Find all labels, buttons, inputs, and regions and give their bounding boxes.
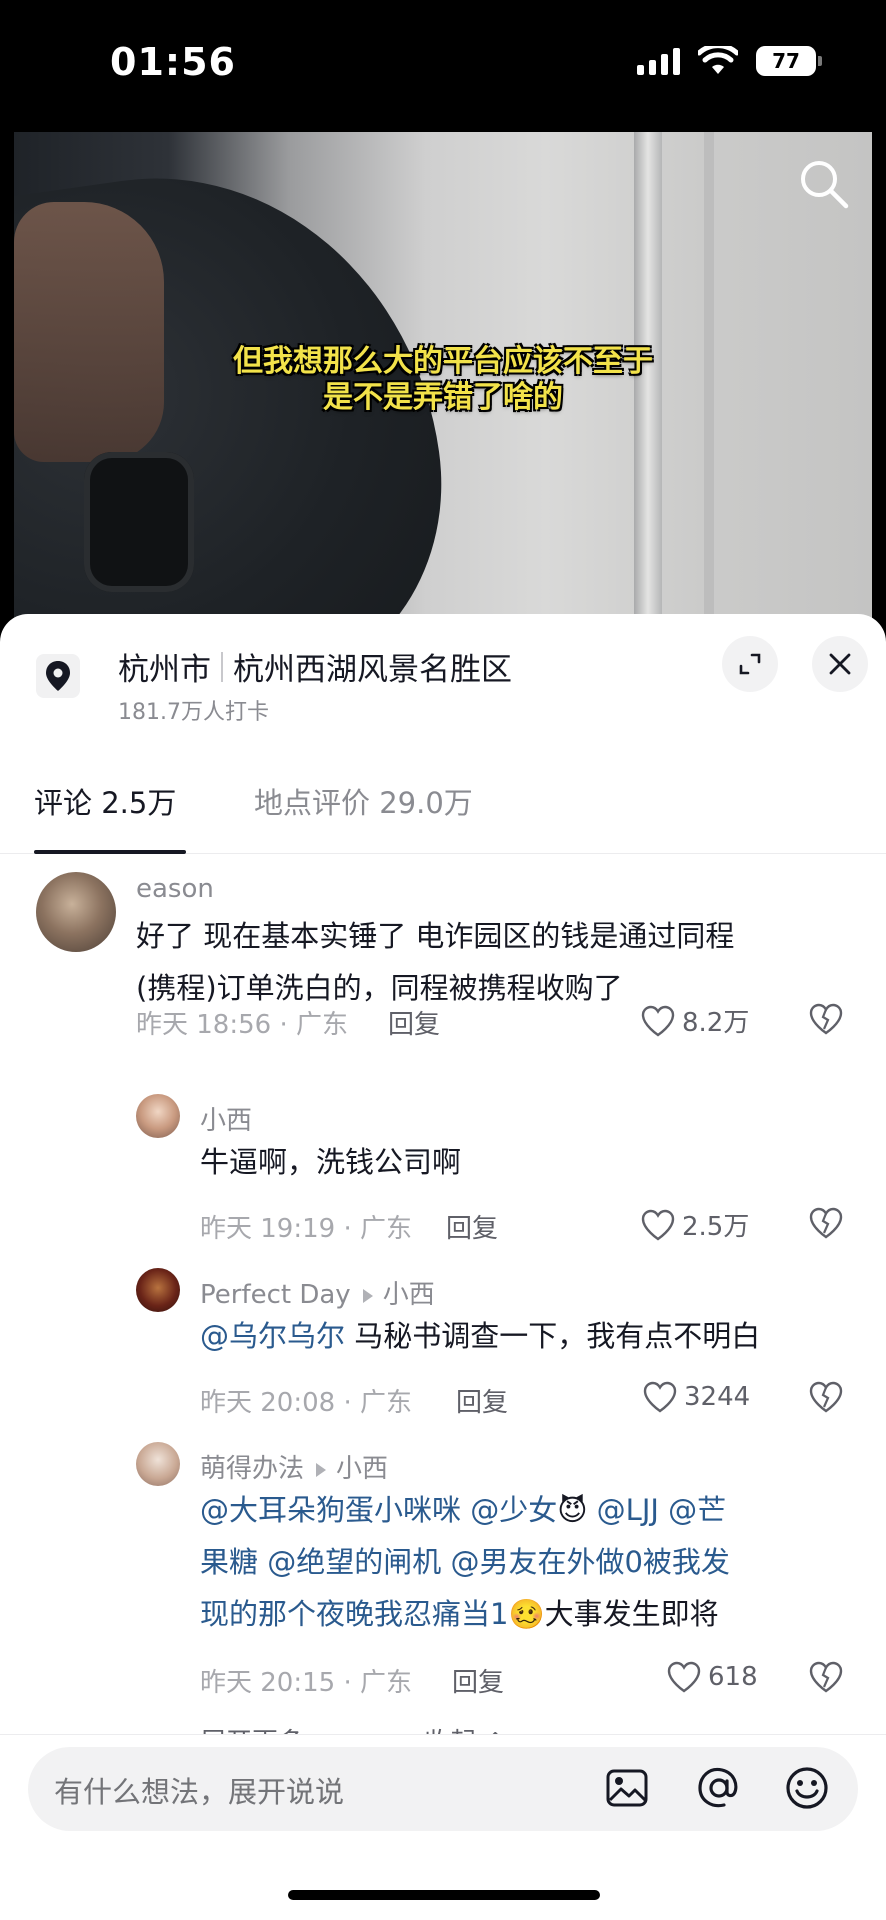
comment-list[interactable]: eason 好了 现在基本实锤了 电诈园区的钱是通过同程 (携程)订单洗白的，同… xyxy=(0,858,886,1848)
video-figure-hand xyxy=(14,202,164,462)
reply-to-username[interactable]: 小西 xyxy=(336,1454,388,1484)
comment-username-row: 萌得办法 小西 xyxy=(200,1448,388,1485)
location-city: 杭州市 xyxy=(118,652,211,688)
status-bar: 01:56 77 xyxy=(0,0,886,130)
comment-meta: 昨天 18:56 · 广东 xyxy=(136,1010,348,1040)
emoji: 😈 xyxy=(557,1493,588,1527)
comment-input[interactable]: 有什么想法，展开说说 xyxy=(28,1747,858,1831)
location-checkin-count: 181.7万人打卡 xyxy=(118,700,269,725)
comment-text-line: 现的那个夜晚我忍痛当1🥴大事发生即将 xyxy=(200,1588,850,1640)
close-button[interactable] xyxy=(812,636,868,692)
reply-to-username[interactable]: 小西 xyxy=(383,1280,435,1310)
battery-level: 77 xyxy=(772,49,800,73)
avatar[interactable] xyxy=(136,1094,180,1138)
comment-meta: 昨天 19:19 · 广东 xyxy=(200,1214,412,1244)
comment-username-row: Perfect Day 小西 xyxy=(200,1274,435,1311)
heart-icon xyxy=(641,1209,675,1240)
image-button[interactable] xyxy=(600,1761,654,1815)
status-icons: 77 xyxy=(637,46,822,76)
like-button[interactable]: 8.2万 xyxy=(640,1002,749,1039)
like-count: 8.2万 xyxy=(682,1008,750,1038)
tab-bar: 评论 2.5万 地点评价 29.0万 xyxy=(0,764,886,854)
comment-text-line: 果糖 @绝望的闸机 @男友在外做0被我发 xyxy=(200,1536,850,1588)
comment-text-line: 好了 现在基本实锤了 电诈园区的钱是通过同程 xyxy=(136,919,735,953)
location-pin-icon xyxy=(36,654,80,698)
cellular-signal-icon xyxy=(637,47,680,75)
mention-link[interactable]: 现的那个夜晚我忍痛当1 xyxy=(200,1597,508,1631)
comment-text-line: @大耳朵狗蛋小咪咪 @少女😈 @LJJ @芒 xyxy=(200,1484,850,1536)
reply-arrow-icon xyxy=(316,1462,327,1477)
like-button[interactable]: 3244 xyxy=(642,1380,750,1414)
comment-text-part: 大事发生即将 xyxy=(544,1597,719,1631)
tab-location-reviews[interactable]: 地点评价 29.0万 xyxy=(254,780,473,822)
dislike-icon[interactable] xyxy=(808,1380,844,1414)
like-button[interactable]: 2.5万 xyxy=(640,1206,749,1243)
comment-text-part: 马秘书调查一下，我有点不明白 xyxy=(345,1319,761,1353)
comment-text: 好了 现在基本实锤了 电诈园区的钱是通过同程 (携程)订单洗白的，同程被携程收购… xyxy=(136,910,734,1014)
comment-username[interactable]: 小西 xyxy=(200,1100,252,1137)
comment-input-placeholder: 有什么想法，展开说说 xyxy=(54,1775,345,1809)
location-divider xyxy=(221,651,223,682)
dislike-icon[interactable] xyxy=(808,1206,844,1240)
status-time: 01:56 xyxy=(110,40,236,84)
image-icon xyxy=(606,1769,648,1807)
reply-arrow-icon xyxy=(362,1288,373,1303)
avatar[interactable] xyxy=(136,1442,180,1486)
video-figure-watch xyxy=(84,452,194,592)
reply-button[interactable]: 回复 xyxy=(446,1208,498,1245)
emoji: 🥴 xyxy=(508,1597,545,1631)
reply-button[interactable]: 回复 xyxy=(456,1382,508,1419)
mention-link[interactable]: 果糖 xyxy=(200,1545,258,1579)
like-button[interactable]: 618 xyxy=(666,1660,758,1694)
location-place: 杭州西湖风景名胜区 xyxy=(233,652,512,688)
video-subtitle-line2: 是不是弄错了啥的 xyxy=(323,380,563,415)
comment-username[interactable]: Perfect Day xyxy=(200,1280,351,1310)
mention-link[interactable]: @绝望的闸机 xyxy=(258,1545,441,1579)
location-comment-sheet: 杭州市 杭州西湖风景名胜区 181.7万人打卡 评论 2.5万 地点评价 29.… xyxy=(0,614,886,1920)
comment-text: 牛逼啊，洗钱公司啊 xyxy=(200,1145,462,1179)
comment-username[interactable]: 萌得办法 xyxy=(200,1454,304,1484)
mention-link[interactable]: @大耳朵狗蛋小咪咪 xyxy=(200,1493,461,1527)
mention-link[interactable]: @LJJ @芒 xyxy=(587,1493,727,1527)
location-title[interactable]: 杭州市 杭州西湖风景名胜区 xyxy=(118,644,512,689)
mention-link[interactable]: @少女 xyxy=(461,1493,557,1527)
mention-link[interactable]: @乌尔乌尔 xyxy=(200,1319,345,1353)
emoji-button[interactable] xyxy=(780,1761,834,1815)
emoji-icon xyxy=(786,1767,828,1809)
heart-icon xyxy=(643,1381,677,1413)
like-count: 2.5万 xyxy=(682,1212,750,1242)
like-count: 618 xyxy=(708,1662,758,1692)
expand-icon xyxy=(739,653,761,675)
comment-text: @乌尔乌尔 马秘书调查一下，我有点不明白 xyxy=(200,1310,760,1362)
heart-icon xyxy=(641,1005,675,1036)
mention-link[interactable]: @男友在外做0被我发 xyxy=(441,1545,729,1579)
dislike-icon[interactable] xyxy=(808,1660,844,1694)
expand-button[interactable] xyxy=(722,636,778,692)
location-header[interactable]: 杭州市 杭州西湖风景名胜区 181.7万人打卡 xyxy=(0,614,886,734)
close-icon xyxy=(829,653,851,675)
battery-icon: 77 xyxy=(756,46,822,76)
home-indicator[interactable] xyxy=(288,1890,600,1900)
like-count: 3244 xyxy=(684,1382,751,1412)
comment-text: @大耳朵狗蛋小咪咪 @少女😈 @LJJ @芒 果糖 @绝望的闸机 @男友在外做0… xyxy=(200,1484,850,1640)
comment-meta: 昨天 20:08 · 广东 xyxy=(200,1388,412,1418)
wifi-icon xyxy=(698,46,738,74)
at-sign-icon xyxy=(698,1767,738,1808)
search-icon[interactable] xyxy=(796,156,852,212)
reply-button[interactable]: 回复 xyxy=(452,1662,504,1699)
heart-icon xyxy=(667,1661,701,1693)
reply-button[interactable]: 回复 xyxy=(388,1004,440,1041)
avatar[interactable] xyxy=(136,1268,180,1312)
dislike-icon[interactable] xyxy=(808,1002,844,1036)
active-tab-indicator xyxy=(34,850,186,854)
video-player[interactable]: 但我想那么大的平台应该不至于 是不是弄错了啥的 xyxy=(14,132,872,632)
comment-meta: 昨天 20:15 · 广东 xyxy=(200,1668,412,1698)
tab-comments[interactable]: 评论 2.5万 xyxy=(34,780,176,822)
avatar[interactable] xyxy=(36,872,116,952)
mention-button[interactable] xyxy=(692,1761,746,1815)
comment-username[interactable]: eason xyxy=(136,874,214,904)
